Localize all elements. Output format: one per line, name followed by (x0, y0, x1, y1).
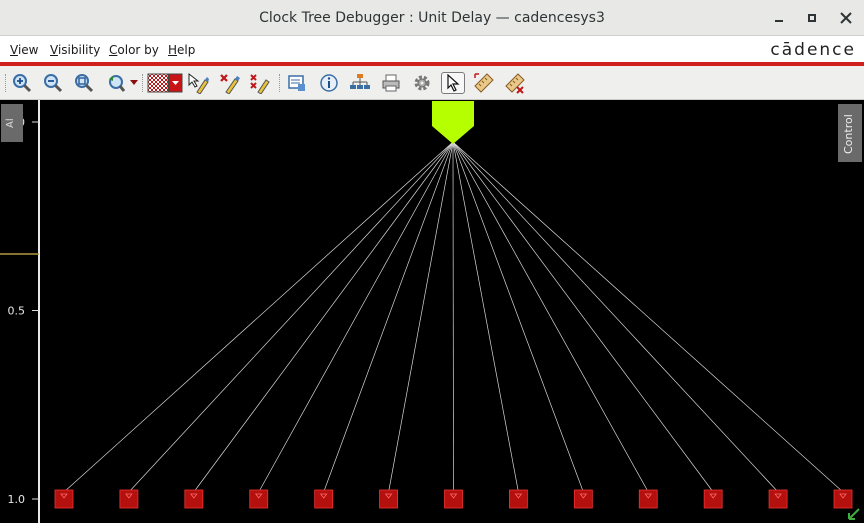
clock-sink-node (54, 489, 74, 509)
zoom-fit-icon (75, 74, 94, 93)
clock-net-wire (128, 141, 454, 493)
clock-sink-node (444, 489, 463, 509)
clock-sink-node (833, 489, 853, 509)
print-icon (382, 74, 400, 92)
y-axis-tick-label: 0.5 (8, 305, 26, 318)
clock-root-node (432, 101, 474, 144)
menu-visibility[interactable]: Visibility (50, 43, 100, 57)
menu-help-mnemonic: H (168, 43, 178, 57)
print-button[interactable] (379, 72, 403, 94)
minimize-button[interactable] (770, 9, 788, 27)
menu-visibility-label: isibility (57, 43, 101, 57)
clock-net-wire (193, 141, 454, 493)
cadence-logo: cādence (770, 40, 856, 60)
ruler-clear-button[interactable] (503, 72, 527, 94)
undo-zoom-button[interactable] (104, 72, 128, 94)
ruler-clear-icon (505, 73, 525, 94)
toolbar-separator (142, 74, 144, 92)
clock-tree-canvas[interactable]: 0.00.51.0 Al Control (0, 100, 864, 523)
zoom-fit-button[interactable] (72, 72, 96, 94)
clock-sink-node (638, 489, 658, 509)
toolbar-separator (279, 74, 281, 92)
clock-net-wire (452, 141, 844, 493)
clock-sink-node (573, 489, 593, 509)
menu-help-label: elp (177, 43, 196, 57)
clock-sink-node (379, 489, 398, 509)
chevron-down-icon (130, 80, 138, 85)
maximize-button[interactable] (803, 9, 821, 27)
zoom-in-icon (13, 74, 32, 93)
toolbar (0, 66, 864, 100)
info-button[interactable] (317, 72, 341, 94)
clock-net-wire (452, 141, 649, 493)
hierarchy-button[interactable] (348, 72, 372, 94)
highlight-clear-all-icon (250, 74, 270, 94)
clock-net-wire (323, 141, 454, 493)
clock-sink-node (703, 489, 723, 509)
close-button[interactable] (837, 9, 855, 27)
clock-tree-graph[interactable]: 0.00.51.0 (0, 100, 864, 523)
clock-sink-node (509, 489, 528, 509)
report-icon (288, 75, 305, 91)
menu-color-by-label: olor by (117, 43, 159, 57)
highlight-clear-all-button[interactable] (248, 72, 272, 94)
hierarchy-icon (350, 74, 370, 89)
clock-net-wire (452, 141, 584, 493)
axis-panel-tab[interactable]: Al (1, 104, 23, 142)
menu-view[interactable]: View (10, 43, 38, 57)
undo-zoom-icon (109, 75, 126, 92)
select-pointer-button[interactable] (441, 72, 465, 94)
minimize-icon (775, 20, 783, 22)
close-icon (840, 12, 852, 24)
clock-net-wire (452, 141, 714, 493)
axis-panel-tab-label: Al (5, 118, 16, 128)
zoom-in-button[interactable] (10, 72, 34, 94)
report-button[interactable] (285, 72, 309, 94)
select-pointer-icon (447, 74, 460, 92)
y-axis-tick-label: 1.0 (8, 493, 26, 506)
resize-arrow-icon[interactable] (848, 508, 860, 520)
title-bar: Clock Tree Debugger : Unit Delay — caden… (0, 0, 864, 36)
menu-bar: View Visibility Color by Help cādence (0, 37, 864, 63)
clock-net-wire (63, 141, 454, 493)
control-panel-tab-label: Control (842, 114, 855, 154)
menu-color-by[interactable]: Color by (109, 43, 159, 57)
settings-button[interactable] (410, 72, 434, 94)
settings-icon (414, 75, 430, 91)
toolbar-grip (5, 74, 7, 92)
clock-net-wire (452, 141, 779, 493)
maximize-icon (808, 14, 816, 22)
info-icon (320, 74, 338, 92)
color-pattern-button[interactable] (146, 72, 184, 94)
window-title: Clock Tree Debugger : Unit Delay — caden… (259, 10, 605, 26)
ruler-button[interactable] (472, 72, 496, 94)
highlight-clear-button[interactable] (217, 72, 241, 94)
undo-zoom-dropdown[interactable] (128, 72, 140, 94)
zoom-out-button[interactable] (41, 72, 65, 94)
clock-sink-node (768, 489, 788, 509)
menu-help[interactable]: Help (168, 43, 195, 57)
highlight-select-button[interactable] (186, 72, 210, 94)
highlight-clear-icon (220, 74, 240, 94)
clock-net-wire (258, 141, 454, 493)
ruler-icon (474, 73, 494, 93)
control-panel-tab[interactable]: Control (838, 104, 862, 162)
clock-sink-node (184, 489, 204, 509)
clock-net-wire (452, 141, 519, 493)
highlight-select-icon (188, 72, 209, 94)
zoom-out-icon (44, 74, 63, 93)
clock-net-wire (452, 141, 454, 493)
clock-sink-node (119, 489, 139, 509)
menu-visibility-mnemonic: V (50, 43, 58, 57)
clock-sink-node (249, 489, 269, 509)
color-pattern-icon (147, 73, 183, 93)
clock-sink-node (314, 489, 334, 509)
clock-net-wire (388, 141, 454, 493)
menu-view-mnemonic: V (10, 43, 18, 57)
menu-view-label: iew (17, 43, 39, 57)
